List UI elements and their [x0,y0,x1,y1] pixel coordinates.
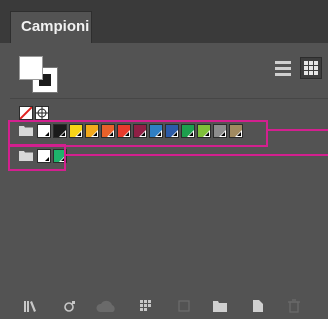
tab-bar: Campioni [0,0,328,43]
color-group-icon[interactable] [176,298,192,314]
callout-line-1 [268,129,328,131]
tab-swatches[interactable]: Campioni [10,11,92,43]
fill-swatch[interactable] [19,56,43,80]
swatch-row-highlight [8,120,268,147]
divider [10,98,328,99]
cloud-icon[interactable] [96,298,115,314]
list-view-icon[interactable] [272,57,294,79]
new-folder-icon[interactable] [212,298,228,314]
none-swatch[interactable] [19,106,33,120]
bottom-toolbar [10,292,328,319]
place-swatch-icon[interactable] [62,298,78,314]
swatch-libraries-icon[interactable] [22,298,38,314]
callout-line-2 [66,154,328,156]
group-row-highlight [8,144,66,171]
swatches-panel: Campioni [0,0,328,319]
new-swatch-icon[interactable] [250,298,266,314]
swatch-options-icon[interactable] [138,298,154,314]
delete-icon[interactable] [286,298,302,314]
registration-swatch[interactable] [35,106,49,120]
grid-view-icon[interactable] [300,57,322,79]
